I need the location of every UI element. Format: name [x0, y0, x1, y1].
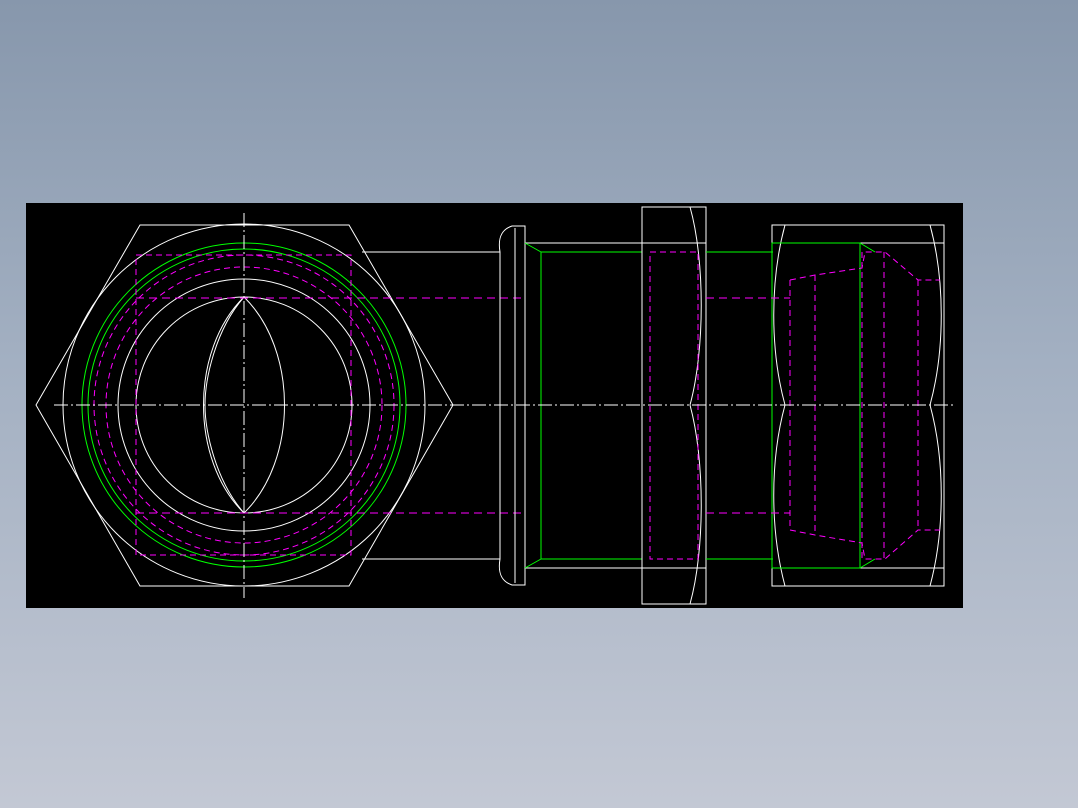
cad-drawing — [26, 203, 963, 608]
cad-viewport[interactable] — [0, 0, 1078, 808]
